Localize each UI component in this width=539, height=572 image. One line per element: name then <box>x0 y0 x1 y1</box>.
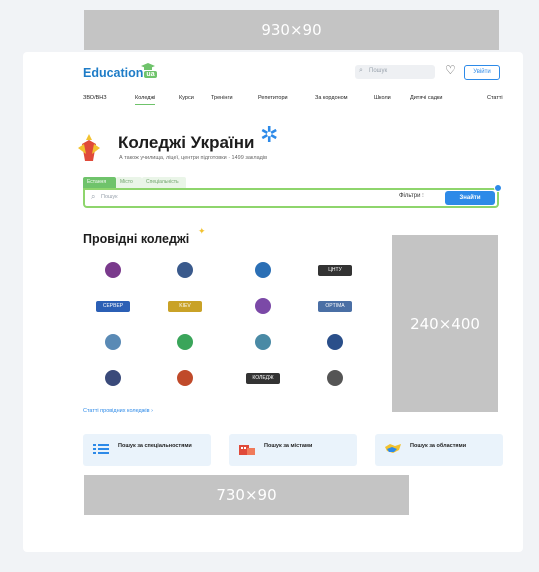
card-by-city[interactable]: Пошук за містами <box>229 434 357 466</box>
city-icon <box>239 445 255 455</box>
college-logo[interactable]: СЕРВЕР <box>83 295 143 317</box>
college-logo[interactable]: ЦНТУ <box>305 259 365 281</box>
college-logo[interactable] <box>155 259 215 281</box>
sparkle-icon: ✦ <box>198 226 206 236</box>
college-logo[interactable]: OPTIMA <box>305 295 365 317</box>
tab-city[interactable]: Місто <box>116 177 142 188</box>
ad-size-label: 930×90 <box>261 21 322 39</box>
header-search-input[interactable]: ⌕ Пошук <box>355 65 435 79</box>
filter-icon: ⫶ <box>422 193 424 199</box>
featured-logos-grid: ЦНТУ СЕРВЕР KIEV OPTIMA КОЛЕДЖ <box>83 259 373 389</box>
page-subtitle: А також училища, ліцеї, центри підготовк… <box>119 155 267 161</box>
all-articles-link[interactable]: Статті провідних коледжів › <box>83 408 153 414</box>
card-label: Пошук за областями <box>410 443 467 449</box>
college-emblem-icon <box>105 334 121 350</box>
college-logo[interactable] <box>155 331 215 353</box>
college-logo[interactable] <box>233 295 293 317</box>
nav-item[interactable]: Репетитори <box>258 95 288 101</box>
ad-banner-side[interactable]: 240×400 <box>392 235 498 412</box>
map-icon <box>385 444 401 453</box>
college-emblem-icon <box>255 334 271 350</box>
college-logo-mark: СЕРВЕР <box>96 300 130 312</box>
search-icon: ⌕ <box>359 67 363 74</box>
nav-item[interactable]: Дитячі садки <box>410 95 442 101</box>
main-nav: ЗВО/ВНЗ Коледжі Курси Тренінги Репетитори За … <box>83 95 513 109</box>
college-emblem-icon <box>105 262 121 278</box>
college-emblem-icon <box>177 262 193 278</box>
college-logo-mark: ЦНТУ <box>318 264 352 276</box>
search-icon: ⌕ <box>91 192 96 201</box>
nav-item[interactable]: ЗВО/ВНЗ <box>83 95 107 101</box>
college-emblem-icon <box>327 334 343 350</box>
ad-size-label: 240×400 <box>410 314 480 333</box>
ad-size-label: 730×90 <box>216 486 277 504</box>
card-by-specialty[interactable]: Пошук за спеціальностями <box>83 434 211 466</box>
college-emblem-icon <box>327 370 343 386</box>
college-logo[interactable] <box>233 331 293 353</box>
nav-item[interactable]: Школи <box>374 95 391 101</box>
college-emblem-icon <box>105 370 121 386</box>
ad-banner-bottom[interactable]: 730×90 <box>84 475 409 515</box>
college-emblem-icon <box>255 262 271 278</box>
header: Education ua ⌕ Пошук ♡ Увійти <box>83 62 503 88</box>
title-row: Коледжі України ✲ А також училища, ліцеї… <box>78 122 378 170</box>
nav-item[interactable]: Тренінги <box>211 95 233 101</box>
search-tabs: Естання Місто Спеціальність <box>83 177 223 188</box>
tab-first[interactable]: Естання <box>83 177 116 188</box>
college-emblem-icon <box>177 334 193 350</box>
main-search-bar[interactable]: ⌕ Пошук Фільтри ⫶ Знайти <box>83 184 502 208</box>
college-logo[interactable] <box>233 259 293 281</box>
header-search-placeholder: Пошук <box>369 68 388 74</box>
college-logo[interactable] <box>83 259 143 281</box>
list-icon <box>93 444 109 454</box>
college-emblem-icon <box>177 370 193 386</box>
tab-specialty[interactable]: Спеціальність <box>142 177 186 188</box>
college-logo[interactable] <box>155 367 215 389</box>
card-by-region[interactable]: Пошук за областями <box>375 434 503 466</box>
college-logo-mark: OPTIMA <box>318 300 352 312</box>
logo-badge: ua <box>144 71 157 78</box>
college-mascot-icon <box>78 134 100 161</box>
page-title: Коледжі України <box>118 133 255 152</box>
filters-button[interactable]: Фільтри ⫶ <box>399 193 424 200</box>
card-label: Пошук за містами <box>264 443 313 449</box>
college-logo-mark: KIEV <box>168 300 202 312</box>
college-logo[interactable] <box>83 331 143 353</box>
college-logo[interactable] <box>305 331 365 353</box>
nav-item[interactable]: Коледжі <box>135 95 156 105</box>
college-logo-mark: КОЛЕДЖ <box>246 372 280 384</box>
college-logo[interactable] <box>83 367 143 389</box>
college-logo[interactable]: КОЛЕДЖ <box>233 367 293 389</box>
nav-item[interactable]: Курси <box>179 95 194 101</box>
graduation-cap-icon <box>141 63 155 70</box>
college-logo[interactable] <box>305 367 365 389</box>
logo-text: Education <box>83 66 144 80</box>
heart-icon[interactable]: ♡ <box>445 63 456 77</box>
search-cards: Пошук за спеціальностями Пошук за містам… <box>83 434 503 466</box>
main-search-placeholder: Пошук <box>101 194 118 200</box>
card-label: Пошук за спеціальностями <box>118 443 192 449</box>
star-decoration-icon: ✲ <box>260 122 279 147</box>
nav-item[interactable]: Статті <box>487 95 503 101</box>
login-button[interactable]: Увійти <box>464 65 500 80</box>
featured-title: Провідні коледжі <box>83 232 190 246</box>
notification-dot <box>494 184 502 192</box>
nav-item[interactable]: За кордоном <box>315 95 348 101</box>
college-emblem-icon <box>255 298 271 314</box>
college-logo[interactable]: KIEV <box>155 295 215 317</box>
find-button[interactable]: Знайти <box>445 191 495 205</box>
ad-banner-top[interactable]: 930×90 <box>84 10 499 50</box>
filters-label: Фільтри <box>399 193 421 199</box>
